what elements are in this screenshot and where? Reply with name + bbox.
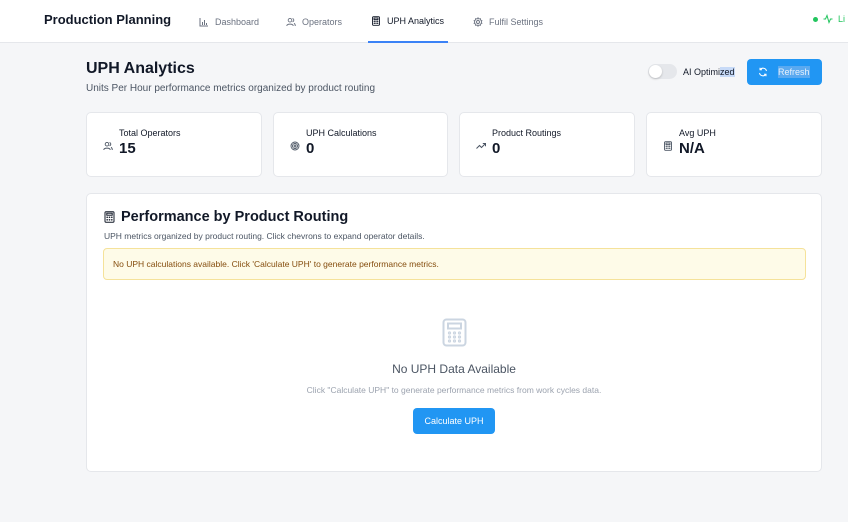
page-subtitle: Units Per Hour performance metrics organ…	[86, 83, 376, 94]
trending-up-icon	[476, 143, 486, 149]
stat-value: N/A	[679, 140, 705, 157]
calculator-icon	[372, 15, 380, 26]
target-icon	[290, 141, 300, 151]
nav-tab-uph-analytics[interactable]: UPH Analytics	[368, 0, 448, 43]
toggle-knob	[649, 65, 662, 78]
calculate-uph-button[interactable]: Calculate UPH	[413, 408, 495, 434]
panel-description: UPH metrics organized by product routing…	[104, 231, 425, 241]
nav-tab-label: Dashboard	[215, 16, 260, 27]
nav-tab-label: Fulfil Settings	[489, 16, 544, 27]
stat-card-total-operators: Total Operators 15	[86, 112, 262, 177]
top-nav-bar: Production Planning Dashboard Operators …	[0, 0, 848, 43]
refresh-button[interactable]: Refresh	[747, 59, 822, 85]
refresh-icon	[759, 67, 767, 77]
stat-value: 15	[119, 140, 136, 157]
empty-state-description: Click "Calculate UPH" to generate perfor…	[306, 385, 602, 395]
stat-value: 0	[492, 140, 501, 157]
stat-card-uph-calculations: UPH Calculations 0	[273, 112, 448, 177]
panel-title: Performance by Product Routing	[104, 209, 348, 225]
bar-chart-icon	[199, 17, 208, 26]
stat-label: Avg UPH	[679, 128, 716, 138]
refresh-label: Refresh	[778, 66, 810, 78]
stat-label: Total Operators	[119, 128, 181, 138]
nav-tab-label: Operators	[302, 16, 343, 27]
empty-state-title: No UPH Data Available	[392, 362, 516, 376]
users-icon	[103, 141, 113, 151]
ai-optimized-label: AI Optimized	[683, 66, 735, 77]
gear-icon	[473, 16, 483, 27]
nav-tab-fulfil-settings[interactable]: Fulfil Settings	[473, 0, 543, 43]
no-data-alert: No UPH calculations available. Click 'Ca…	[103, 248, 806, 280]
stat-card-avg-uph: Avg UPH N/A	[646, 112, 822, 177]
ai-optimized-toggle-group: AI Optimized	[648, 64, 735, 79]
panel-title-text: Performance by Product Routing	[121, 209, 349, 225]
stat-label: Product Routings	[492, 128, 562, 138]
live-label: Li	[838, 14, 846, 24]
calculator-icon	[664, 141, 672, 151]
performance-by-routing-panel: Performance by Product Routing UPH metri…	[86, 193, 822, 472]
stat-label: UPH Calculations	[306, 128, 377, 138]
stat-card-product-routings: Product Routings 0	[459, 112, 635, 177]
app-title: Production Planning	[44, 12, 172, 27]
page-title: UPH Analytics	[86, 60, 195, 77]
live-status: Li	[813, 14, 845, 24]
nav-tab-dashboard[interactable]: Dashboard	[199, 0, 259, 43]
stat-value: 0	[306, 140, 315, 157]
calculator-icon	[442, 318, 467, 347]
activity-icon	[823, 14, 833, 24]
ai-optimized-toggle[interactable]	[648, 64, 677, 79]
nav-tab-operators[interactable]: Operators	[286, 0, 342, 43]
users-icon	[286, 17, 296, 26]
nav-tab-label: UPH Analytics	[387, 15, 445, 26]
calculator-icon	[104, 211, 115, 223]
live-dot	[813, 16, 818, 22]
